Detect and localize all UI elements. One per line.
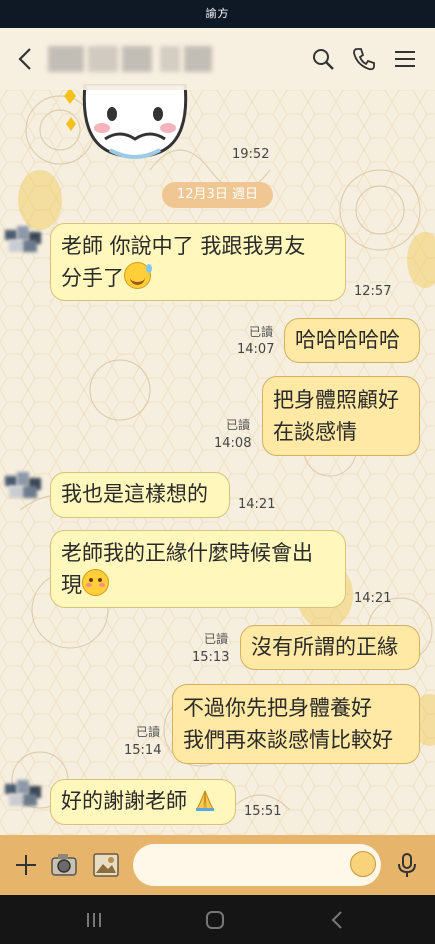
message-bubble-incoming[interactable]: 我也是這樣想的 — [50, 472, 230, 518]
message-text: 我也是這樣想的 — [61, 482, 208, 506]
recent-apps-icon[interactable] — [81, 907, 107, 933]
message-time: 19:52 — [232, 147, 270, 162]
message-time: 14:21 — [238, 497, 276, 512]
message-bubble-outgoing[interactable]: 不過你先把身體養好 我們再來談感情比較好 — [172, 684, 420, 764]
message-text-line1: 老師 你說中了 我跟我男友 — [61, 234, 306, 258]
rabbit-sticker[interactable] — [50, 82, 200, 162]
phone-icon[interactable] — [351, 46, 377, 72]
message-time: 15:51 — [244, 804, 282, 819]
home-icon[interactable] — [202, 907, 228, 933]
read-receipt: 已讀 — [136, 725, 161, 739]
message-time: 14:07 — [237, 342, 275, 357]
message-bubble-incoming[interactable]: 老師 你說中了 我跟我男友 分手了 — [50, 223, 346, 301]
plus-icon[interactable] — [12, 851, 40, 879]
sweat-smile-emoji-icon — [124, 262, 152, 289]
microphone-icon[interactable] — [393, 851, 421, 879]
camera-icon[interactable] — [50, 851, 78, 879]
read-receipt: 已讀 — [204, 632, 229, 646]
avatar[interactable] — [5, 472, 41, 500]
avatar[interactable] — [5, 780, 41, 808]
rabbit-sticker-image — [64, 82, 188, 159]
message-time: 14:21 — [354, 591, 392, 606]
message-text: 沒有所謂的正緣 — [251, 635, 398, 659]
message-bubble-outgoing[interactable]: 把身體照顧好 在談感情 — [262, 376, 420, 456]
status-bar-title: 諭方 — [205, 7, 230, 20]
back-icon[interactable] — [325, 907, 351, 933]
sticker-icon[interactable] — [350, 851, 376, 877]
message-text-line2: 我們再來談感情比較好 — [183, 728, 393, 752]
blushing-emoji-icon — [82, 569, 109, 596]
date-separator: 12月3日 週日 — [162, 182, 273, 208]
message-bubble-incoming[interactable]: 老師我的正緣什麼時候會出 現 — [50, 530, 346, 608]
message-time: 15:14 — [124, 743, 162, 758]
message-text-line2: 分手了 — [61, 266, 124, 290]
message-bubble-outgoing[interactable]: 哈哈哈哈哈 — [284, 318, 420, 363]
contact-name-pixelated — [48, 46, 213, 72]
photo-icon[interactable] — [92, 851, 120, 879]
message-text: 好的謝謝老師 — [61, 789, 187, 813]
message-text-line1: 不過你先把身體養好 — [183, 696, 372, 720]
message-bubble-outgoing[interactable]: 沒有所謂的正緣 — [240, 625, 420, 670]
message-time: 14:08 — [214, 436, 252, 451]
folded-hands-emoji-icon — [195, 790, 214, 811]
message-text: 哈哈哈哈哈 — [295, 328, 400, 352]
message-time: 12:57 — [354, 284, 392, 299]
avatar[interactable] — [5, 226, 41, 254]
message-text-line1: 把身體照顧好 — [273, 388, 399, 412]
message-input-bar — [0, 835, 435, 895]
search-icon[interactable] — [310, 46, 336, 72]
read-receipt: 已讀 — [249, 325, 274, 339]
message-text-line1: 老師我的正緣什麼時候會出 — [61, 541, 313, 565]
read-receipt: 已讀 — [226, 418, 251, 432]
chat-header — [0, 28, 435, 90]
message-text-line2: 現 — [61, 573, 82, 597]
chevron-left-icon[interactable] — [14, 46, 38, 72]
message-text-line2: 在談感情 — [273, 420, 357, 444]
status-bar: 諭方 — [0, 0, 435, 28]
message-bubble-incoming[interactable]: 好的謝謝老師 — [50, 779, 236, 825]
system-navigation-bar — [0, 895, 435, 944]
menu-icon[interactable] — [392, 46, 418, 72]
message-input[interactable] — [133, 844, 381, 886]
message-time: 15:13 — [192, 650, 230, 665]
